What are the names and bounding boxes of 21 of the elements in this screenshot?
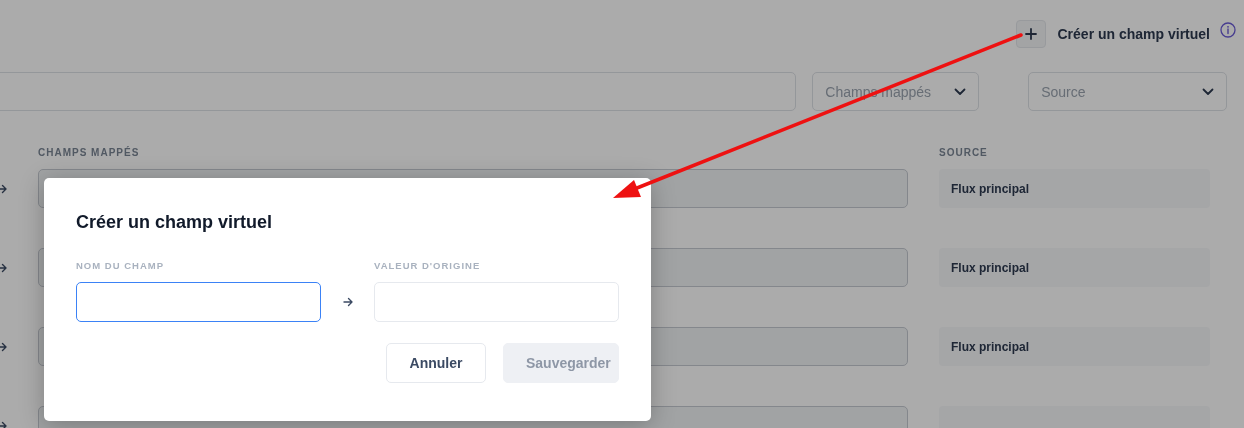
field-label: NOM DU CHAMP: [76, 260, 165, 272]
filter-dropdown[interactable]: Source: [1028, 72, 1227, 111]
add-button[interactable]: [1015, 20, 1046, 48]
cancel-button[interactable]: Annuler: [386, 343, 486, 383]
info-icon: [1220, 22, 1236, 38]
source-cell: Flux principal: [939, 248, 1210, 287]
source-cell: Flux principal: [939, 327, 1210, 366]
chevron-down-icon: [1202, 87, 1214, 96]
arrow-right-icon: [342, 297, 353, 307]
column-header: CHAMPS MAPPÉS: [38, 145, 141, 158]
arrow-right-icon: [0, 262, 7, 273]
create-virtual-field-link[interactable]: Créer un champ virtuel: [1057, 26, 1210, 42]
input-field[interactable]: [76, 282, 321, 322]
plus-icon: [1024, 28, 1037, 40]
chevron-down-icon: [954, 87, 967, 96]
column-header: SOURCE: [939, 146, 989, 158]
arrow-right-icon: [0, 341, 7, 352]
arrow-right-icon: [0, 183, 7, 194]
field-label: VALEUR D'ORIGINE: [374, 260, 482, 272]
source-cell: Flux principal: [939, 169, 1210, 208]
dialog-title: Créer un champ virtuel: [76, 211, 274, 234]
